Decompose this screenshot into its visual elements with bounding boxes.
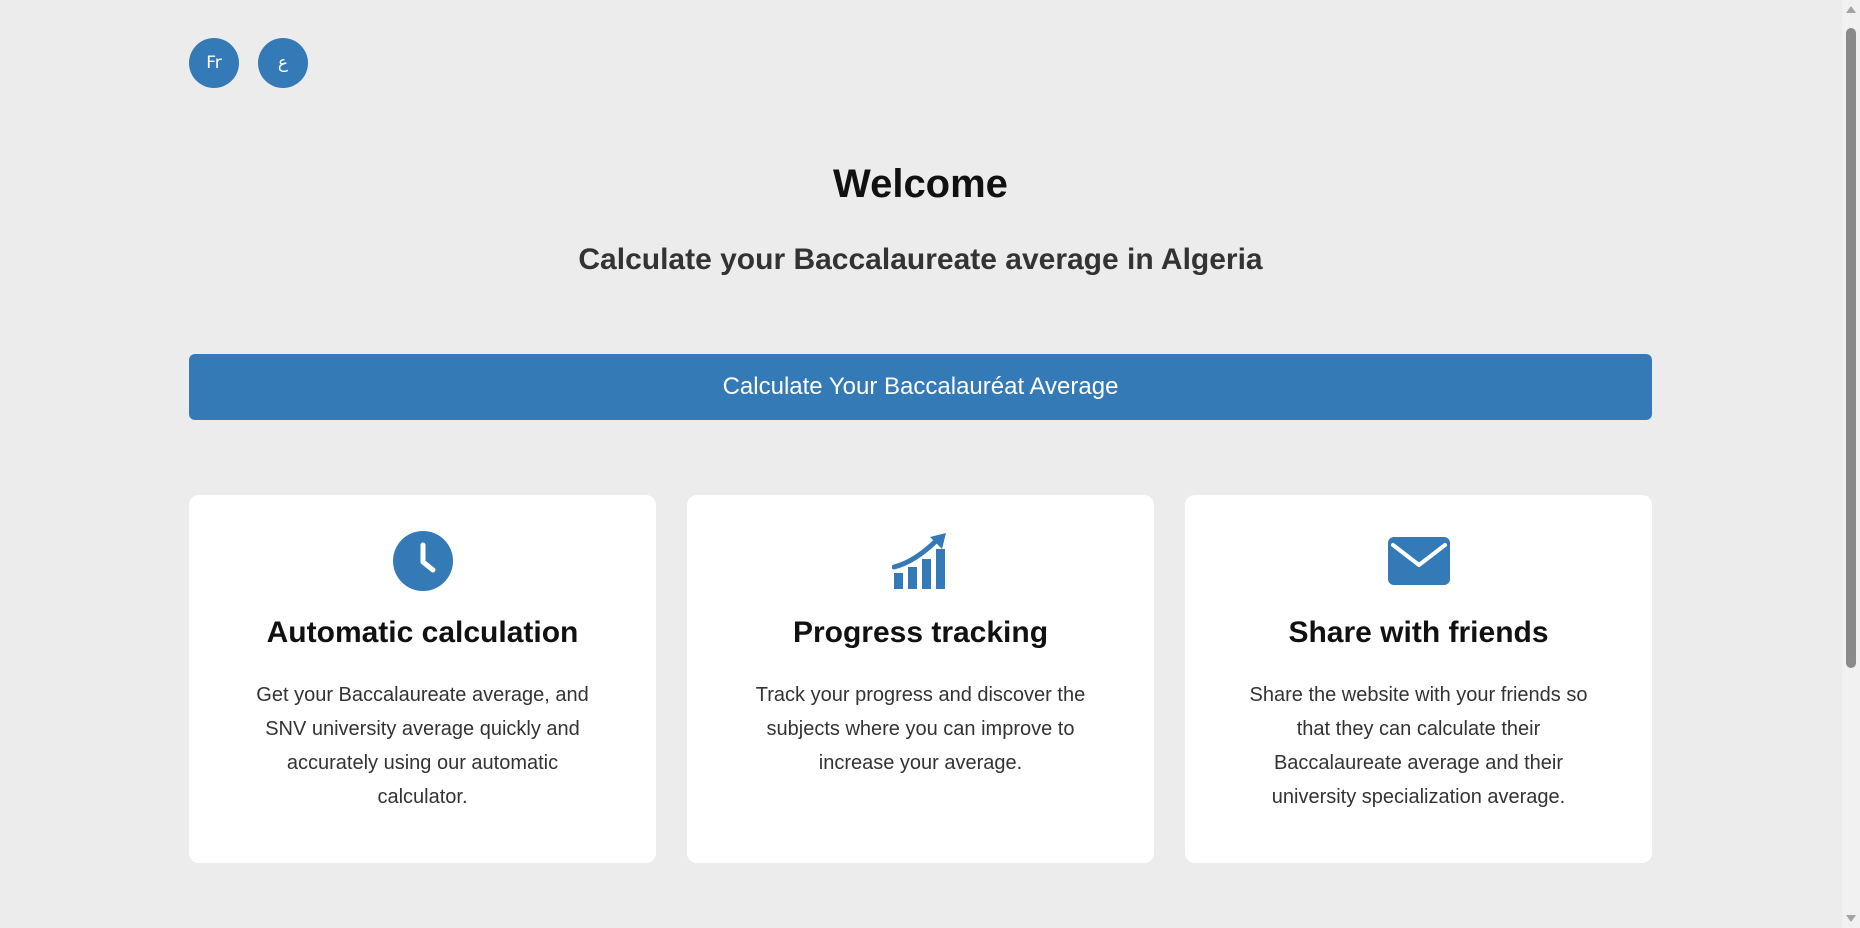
scroll-up-arrow-icon[interactable] [1846, 6, 1856, 13]
feature-card-share-with-friends: Share with friends Share the website wit… [1185, 495, 1652, 863]
page: Fr ع Welcome Calculate your Baccalaureat… [0, 0, 1842, 928]
language-french-button[interactable]: Fr [189, 38, 239, 88]
scroll-down-arrow-icon[interactable] [1846, 915, 1856, 922]
vertical-scrollbar[interactable] [1842, 0, 1860, 928]
feature-title: Automatic calculation [266, 616, 579, 649]
page-title: Welcome [833, 162, 1008, 206]
feature-description: Share the website with your friends so t… [1249, 684, 1588, 808]
feature-description: Get your Baccalaureate average, and SNV … [256, 684, 589, 808]
feature-description: Track your progress and discover the sub… [755, 684, 1086, 774]
features-section: Automatic calculation Get your Baccalaur… [189, 495, 1652, 863]
envelope-icon [1185, 531, 1652, 591]
page-subtitle: Calculate your Baccalaureate average in … [578, 243, 1263, 276]
feature-title: Share with friends [1288, 616, 1549, 649]
feature-card-progress-tracking: Progress tracking Track your progress an… [687, 495, 1154, 863]
feature-title: Progress tracking [792, 616, 1049, 649]
clock-icon [189, 531, 656, 591]
language-switcher: Fr ع [189, 38, 308, 88]
calculate-average-label: Calculate Your Baccalauréat Average [722, 373, 1119, 400]
language-arabic-button[interactable]: ع [258, 38, 308, 88]
feature-card-automatic-calculation: Automatic calculation Get your Baccalaur… [189, 495, 656, 863]
growth-chart-icon [687, 531, 1154, 591]
calculate-average-button[interactable]: Calculate Your Baccalauréat Average [189, 354, 1652, 420]
scroll-thumb[interactable] [1846, 28, 1856, 668]
